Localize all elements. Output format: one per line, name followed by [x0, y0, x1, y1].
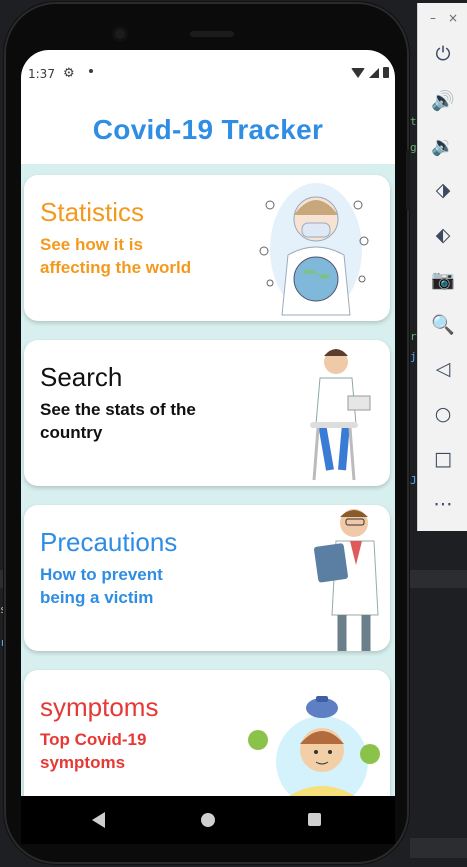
system-icons	[351, 67, 389, 78]
close-button[interactable]: ×	[448, 11, 458, 25]
system-nav-bar	[21, 796, 395, 844]
code-fragment: g	[410, 141, 417, 154]
doctor-mask-globe-illustration	[259, 183, 369, 316]
card-subtitle: How to prevent being a victim	[40, 565, 163, 607]
back-icon[interactable]: ◁	[418, 354, 467, 384]
recents-icon[interactable]	[308, 813, 321, 826]
card-title: symptoms	[40, 692, 159, 722]
app-title: Covid-19 Tracker	[92, 114, 324, 145]
rotate-right-icon[interactable]: ⬖	[418, 220, 467, 250]
card-subtitle: See the stats of the country	[40, 400, 196, 442]
wifi-icon	[351, 67, 365, 78]
zoom-icon[interactable]: 🔍	[418, 309, 467, 339]
notification-dot	[89, 69, 93, 73]
signal-icon	[369, 67, 379, 78]
card-title: Precautions	[40, 527, 178, 557]
earpiece-speaker	[190, 31, 234, 37]
overview-icon[interactable]: □	[418, 444, 467, 474]
precautions-card[interactable]: Precautions How to prevent being a victi…	[24, 505, 390, 651]
symptoms-card[interactable]: symptoms Top Covid-19 symptoms	[24, 670, 390, 796]
status-bar: 1:37 ⚙	[21, 50, 395, 96]
back-icon[interactable]	[92, 812, 105, 828]
sick-person-icepack-illustration	[248, 696, 380, 796]
front-camera	[112, 26, 128, 42]
card-title: Search	[40, 362, 123, 392]
ide-bottom-bar	[410, 838, 467, 858]
statistics-card[interactable]: Statistics See how it is affecting the w…	[24, 175, 390, 321]
code-fragment: r	[410, 330, 417, 343]
code-fragment: t	[410, 115, 417, 128]
home-icon[interactable]: ○	[418, 399, 467, 429]
card-subtitle: Top Covid-19 symptoms	[40, 730, 147, 772]
code-fragment: J	[410, 474, 417, 487]
home-icon[interactable]	[201, 813, 215, 827]
settings-icon: ⚙	[63, 66, 75, 81]
search-card[interactable]: Search See the stats of the country	[24, 340, 390, 486]
menu-card-list[interactable]: Statistics See how it is affecting the w…	[21, 164, 395, 796]
battery-icon	[383, 67, 389, 78]
emulator-toolbar: – × ⏻ 🔊 🔉 ⬗ ⬖ 📷 🔍 ◁ ○ □ ⋯	[417, 3, 467, 531]
power-icon[interactable]: ⏻	[418, 39, 467, 69]
rotate-left-icon[interactable]: ⬗	[418, 175, 467, 205]
app-bar: Covid-19 Tracker	[21, 96, 395, 164]
code-fragment: j	[410, 350, 417, 363]
doctor-clipboard-illustration	[314, 509, 379, 651]
card-subtitle: See how it is affecting the world	[40, 235, 192, 277]
phone-screen: 1:37 ⚙ Covid-19 Tracker Statistics See h…	[21, 50, 395, 796]
volume-up-icon[interactable]: 🔊	[418, 85, 467, 115]
minimize-button[interactable]: –	[430, 11, 436, 25]
volume-down-icon[interactable]: 🔉	[418, 130, 467, 160]
doctor-on-stool-illustration	[310, 349, 371, 481]
phone-side-button	[406, 150, 410, 210]
status-time: 1:37	[28, 67, 55, 81]
more-icon[interactable]: ⋯	[418, 489, 467, 519]
card-title: Statistics	[40, 197, 145, 227]
camera-icon[interactable]: 📷	[418, 264, 467, 294]
